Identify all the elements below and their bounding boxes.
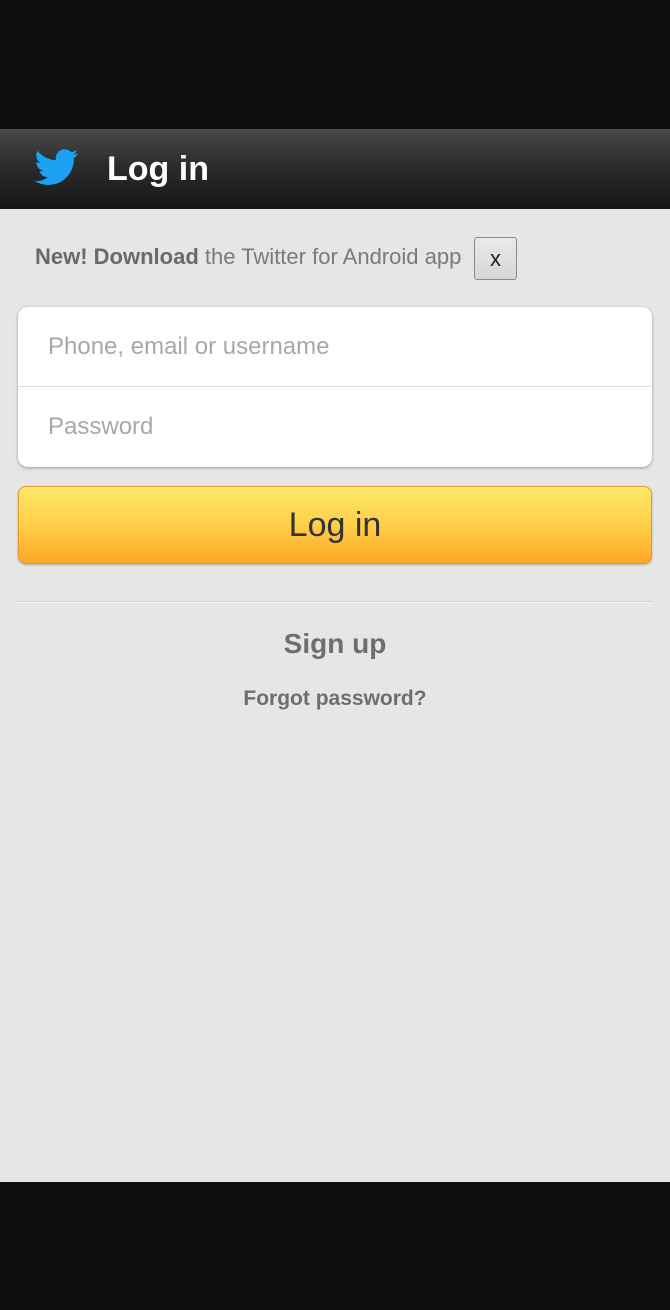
divider [18, 601, 652, 603]
login-button[interactable]: Log in [18, 486, 652, 564]
app-promo-banner[interactable]: New! Download the Twitter for Android ap… [35, 237, 461, 277]
app-header: Log in [0, 129, 670, 209]
promo-text: the Twitter for Android app [198, 244, 462, 269]
password-field-row [18, 387, 652, 467]
screen: Log in New! Download the Twitter for And… [0, 0, 670, 1310]
twitter-bird-icon [34, 149, 79, 185]
status-bar-area [0, 0, 670, 129]
promo-close-button[interactable]: x [474, 237, 517, 280]
forgot-password-link[interactable]: Forgot password? [0, 683, 670, 715]
page-title: Log in [107, 150, 209, 188]
signup-link[interactable]: Sign up [0, 624, 670, 664]
promo-bold-text: New! Download [35, 244, 199, 269]
login-form [18, 307, 652, 467]
username-field-row [18, 307, 652, 387]
main-content: New! Download the Twitter for Android ap… [0, 209, 670, 1182]
password-input[interactable] [46, 387, 630, 467]
username-input[interactable] [46, 307, 630, 387]
navigation-bar-area [0, 1182, 670, 1310]
